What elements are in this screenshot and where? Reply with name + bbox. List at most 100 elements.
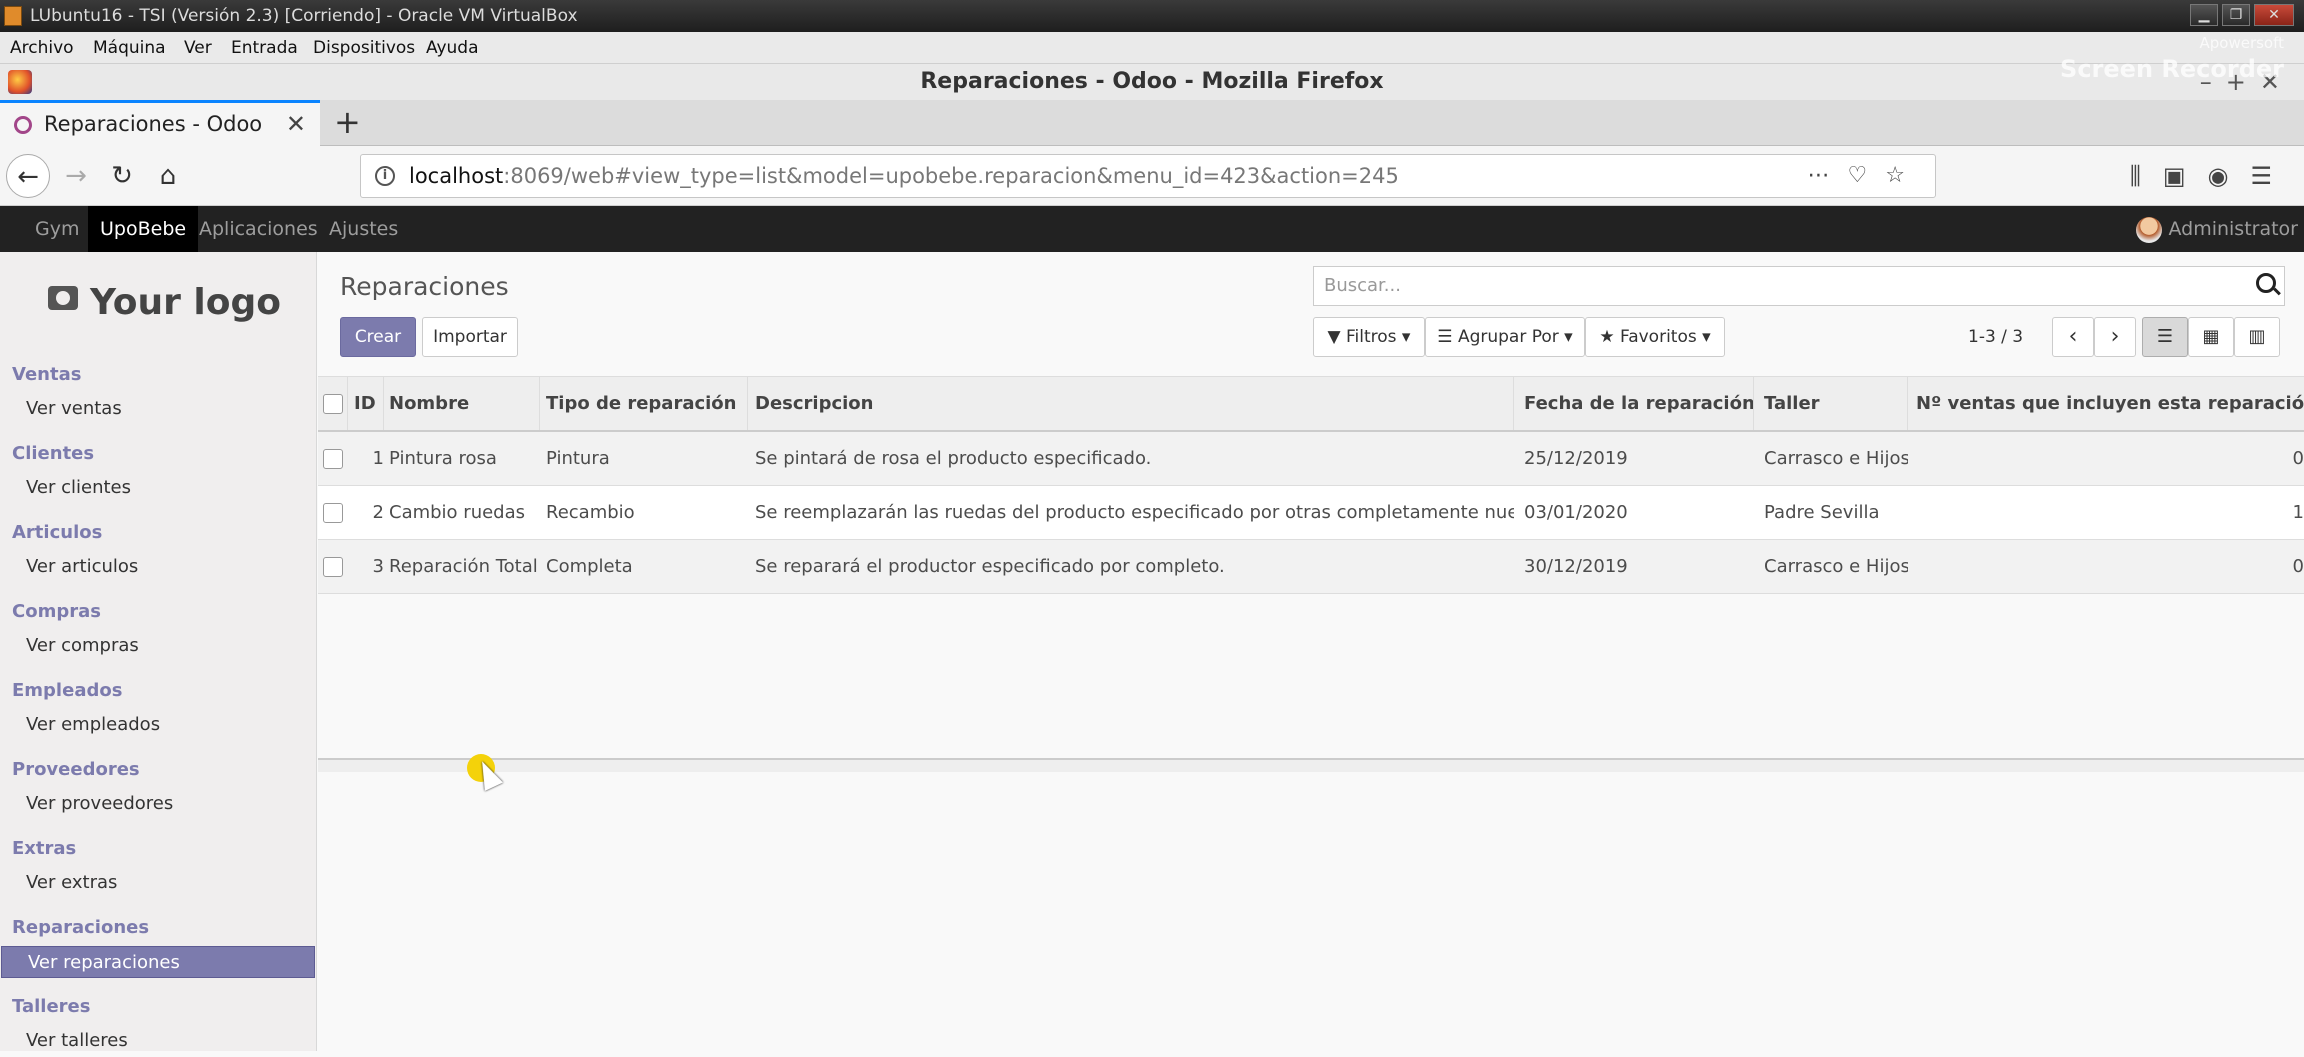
- row-checkbox[interactable]: [323, 502, 343, 523]
- cell-fecha: 30/12/2019: [1524, 556, 1628, 577]
- menu-ver[interactable]: Ver: [184, 32, 212, 64]
- sidebar-section-articulos: Articulos: [12, 522, 103, 543]
- pager-value[interactable]: 1-3 / 3: [1968, 327, 2023, 347]
- list-view-icon[interactable]: ☰: [2142, 317, 2188, 357]
- virtualbox-menubar: Archivo Máquina Ver Entrada Dispositivos…: [0, 32, 2304, 64]
- new-tab-icon[interactable]: +: [334, 100, 361, 144]
- page-title: Reparaciones: [340, 272, 509, 301]
- minimize-icon[interactable]: ▁: [2190, 4, 2218, 26]
- menu-dispositivos[interactable]: Dispositivos: [313, 32, 415, 64]
- cell-descripcion: Se reemplazarán las ruedas del producto …: [755, 502, 1514, 523]
- sidebar-item-ver-clientes[interactable]: Ver clientes: [0, 472, 316, 504]
- screen-recorder-watermark: Apowersoft Screen Recorder: [2060, 34, 2284, 83]
- column-header-id[interactable]: ID: [348, 377, 384, 430]
- sidebar-item-ver-reparaciones[interactable]: Ver reparaciones: [1, 946, 315, 978]
- firefox-icon: [8, 70, 32, 94]
- virtualbox-window-title: LUbuntu16 - TSI (Versión 2.3) [Corriendo…: [30, 6, 578, 26]
- cell-nombre: Reparación Total: [389, 556, 538, 577]
- sidebar-item-ver-compras[interactable]: Ver compras: [0, 630, 316, 662]
- virtualbox-icon: [4, 6, 22, 26]
- back-icon[interactable]: ←: [6, 154, 50, 198]
- cell-num-ventas: 1: [2292, 502, 2304, 523]
- virtualbox-titlebar: LUbuntu16 - TSI (Versión 2.3) [Corriendo…: [0, 0, 2304, 32]
- column-header-descripcion[interactable]: Descripcion: [748, 377, 1514, 430]
- firefox-window-title: Reparaciones - Odoo - Mozilla Firefox: [920, 69, 1384, 94]
- import-button[interactable]: Importar: [422, 317, 518, 357]
- favorites-button[interactable]: ★ Favoritos ▾: [1585, 317, 1725, 357]
- sidebar-item-ver-empleados[interactable]: Ver empleados: [0, 709, 316, 741]
- column-header-num-ventas[interactable]: Nº ventas que incluyen esta reparación: [1908, 377, 2304, 430]
- tab-strip: Reparaciones - Odoo ✕ +: [0, 100, 2304, 146]
- camera-icon: [48, 286, 78, 310]
- reload-icon[interactable]: ↻: [100, 154, 144, 198]
- sidebar-item-ver-extras[interactable]: Ver extras: [0, 867, 316, 899]
- odoo-favicon-icon: [14, 116, 32, 134]
- tab-label: Reparaciones - Odoo: [44, 112, 263, 136]
- search-placeholder: Buscar...: [1324, 275, 1401, 296]
- table-row[interactable]: 1 Pintura rosa Pintura Se pintará de ros…: [318, 432, 2304, 486]
- menu-maquina[interactable]: Máquina: [93, 32, 166, 64]
- table-row[interactable]: 2 Cambio ruedas Recambio Se reemplazarán…: [318, 486, 2304, 540]
- app-upobebe[interactable]: UpoBebe: [88, 206, 199, 252]
- cell-tipo: Pintura: [546, 448, 610, 469]
- sidebar-item-ver-proveedores[interactable]: Ver proveedores: [0, 788, 316, 820]
- menu-entrada[interactable]: Entrada: [231, 32, 298, 64]
- main-content: Reparaciones Crear Importar Buscar... ▼ …: [318, 252, 2304, 1051]
- cell-taller: Carrasco e Hijos: [1764, 556, 1908, 577]
- toolbar-icons[interactable]: ⫼▣◉☰: [2130, 154, 2294, 198]
- pager-next-icon[interactable]: ›: [2094, 317, 2136, 357]
- column-header-nombre[interactable]: Nombre: [384, 377, 540, 430]
- create-button[interactable]: Crear: [340, 317, 416, 357]
- cell-descripcion: Se reparará el productor especificado po…: [755, 556, 1225, 577]
- cell-descripcion: Se pintará de rosa el producto especific…: [755, 448, 1152, 469]
- sidebar-section-clientes: Clientes: [12, 443, 95, 464]
- column-header-taller[interactable]: Taller: [1754, 377, 1908, 430]
- firefox-titlebar: Reparaciones - Odoo - Mozilla Firefox –+…: [0, 64, 2304, 100]
- calendar-view-icon[interactable]: ▦: [2188, 317, 2234, 357]
- pager-previous-icon[interactable]: ‹: [2052, 317, 2094, 357]
- cell-nombre: Cambio ruedas: [389, 502, 526, 523]
- menu-archivo[interactable]: Archivo: [10, 32, 74, 64]
- group-by-button[interactable]: ☰ Agrupar Por ▾: [1425, 317, 1585, 357]
- cell-num-ventas: 0: [2292, 448, 2304, 469]
- browser-tab[interactable]: Reparaciones - Odoo ✕: [0, 100, 320, 146]
- graph-view-icon[interactable]: ▥: [2234, 317, 2280, 357]
- sidebar-section-reparaciones: Reparaciones: [12, 917, 150, 938]
- menu-ayuda[interactable]: Ayuda: [426, 32, 479, 64]
- cell-tipo: Completa: [546, 556, 633, 577]
- table-header: ID Nombre Tipo de reparación Descripcion…: [318, 376, 2304, 432]
- url-bar-actions[interactable]: ⋯♡☆: [1808, 155, 1923, 197]
- close-icon[interactable]: ✕: [2254, 4, 2294, 26]
- cell-fecha: 25/12/2019: [1524, 448, 1628, 469]
- filters-button[interactable]: ▼ Filtros ▾: [1313, 317, 1425, 357]
- sidebar-item-ver-articulos[interactable]: Ver articulos: [0, 551, 316, 583]
- url-text[interactable]: localhost:8069/web#view_type=list&model=…: [409, 155, 1399, 197]
- row-checkbox[interactable]: [323, 556, 343, 577]
- url-bar[interactable]: i localhost:8069/web#view_type=list&mode…: [360, 154, 1936, 198]
- user-menu[interactable]: Administrator: [2136, 206, 2298, 252]
- site-info-icon[interactable]: i: [375, 166, 395, 186]
- select-all-checkbox[interactable]: [322, 393, 343, 414]
- column-header-tipo[interactable]: Tipo de reparación: [540, 377, 748, 430]
- column-header-fecha[interactable]: Fecha de la reparación: [1514, 377, 1754, 430]
- restore-icon[interactable]: ❐: [2222, 4, 2250, 26]
- cell-tipo: Recambio: [546, 502, 635, 523]
- row-checkbox[interactable]: [323, 448, 343, 469]
- search-input[interactable]: Buscar...: [1313, 266, 2285, 306]
- cell-nombre: Pintura rosa: [389, 448, 497, 469]
- app-gym[interactable]: Gym: [23, 206, 91, 252]
- search-icon[interactable]: [2256, 273, 2276, 293]
- app-ajustes[interactable]: Ajustes: [317, 206, 410, 252]
- app-aplicaciones[interactable]: Aplicaciones: [187, 206, 330, 252]
- cell-id: 1: [372, 448, 384, 469]
- home-icon[interactable]: ⌂: [146, 154, 190, 198]
- sidebar-section-extras: Extras: [12, 838, 77, 859]
- close-tab-icon[interactable]: ✕: [286, 103, 306, 145]
- table-row[interactable]: 3 Reparación Total Completa Se reparará …: [318, 540, 2304, 594]
- sidebar-item-ver-ventas[interactable]: Ver ventas: [0, 393, 316, 425]
- cell-taller: Carrasco e Hijos: [1764, 448, 1908, 469]
- forward-icon[interactable]: →: [54, 154, 98, 198]
- sidebar-item-ver-talleres[interactable]: Ver talleres: [0, 1025, 316, 1057]
- cell-fecha: 03/01/2020: [1524, 502, 1628, 523]
- navigation-toolbar: ← → ↻ ⌂ i localhost:8069/web#view_type=l…: [0, 146, 2304, 206]
